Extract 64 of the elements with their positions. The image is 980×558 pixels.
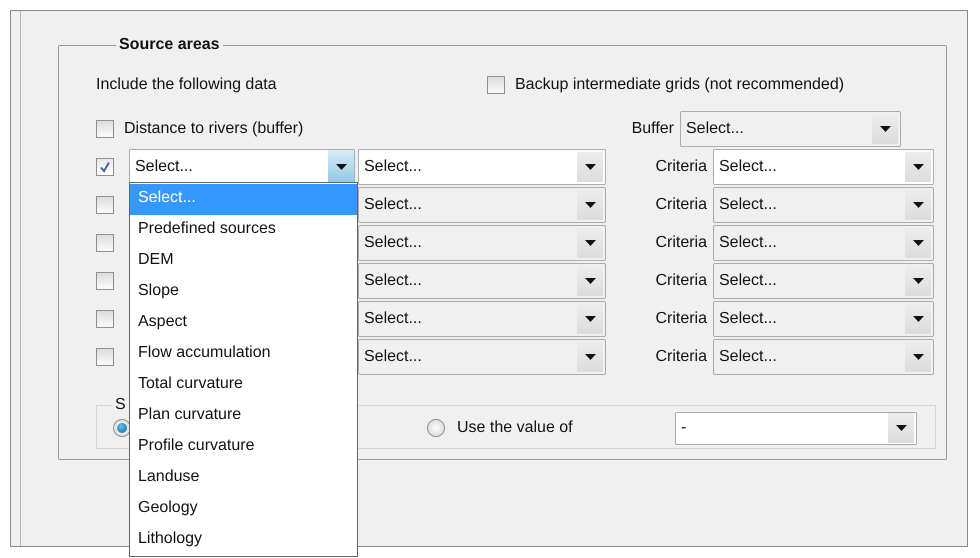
caret-icon: [896, 425, 906, 431]
dropdown[interactable]: Select...: [358, 187, 606, 223]
field-label: Criteria: [654, 348, 708, 366]
caret-icon: [584, 164, 596, 170]
dropdown[interactable]: Select...: [713, 301, 934, 337]
field-label: Criteria: [654, 196, 708, 214]
checkbox[interactable]: [96, 272, 114, 290]
caret-icon: [912, 164, 924, 170]
dropdown[interactable]: Select...: [713, 149, 934, 185]
section-label: Include the following data: [96, 76, 278, 94]
list-item[interactable]: Total curvature: [130, 370, 357, 401]
dropdown[interactable]: Select...: [713, 263, 934, 299]
caret-icon: [912, 278, 924, 284]
field-label: Criteria: [654, 272, 708, 290]
checkbox[interactable]: [96, 196, 114, 214]
dropdown[interactable]: Select...: [358, 263, 606, 299]
dropdown[interactable]: Select...: [713, 187, 934, 223]
caret-icon: [912, 316, 924, 322]
list-item[interactable]: Predefined sources: [130, 215, 357, 246]
caret-icon: [880, 126, 890, 132]
radio-label: Use the value of: [457, 419, 574, 437]
caret-icon: [584, 278, 596, 284]
caret-icon: [584, 202, 596, 208]
group-title: S: [114, 396, 127, 414]
dropdown[interactable]: -: [675, 412, 917, 444]
caret-icon: [336, 164, 346, 170]
list-item[interactable]: Flow accumulation: [130, 339, 357, 370]
checkbox[interactable]: [96, 120, 114, 138]
list-item[interactable]: DEM: [130, 246, 357, 277]
checkbox[interactable]: [487, 76, 505, 94]
dropdown[interactable]: Select...: [713, 225, 934, 261]
dropdown[interactable]: Select...: [358, 301, 606, 337]
checkbox[interactable]: [96, 310, 114, 328]
dropdown[interactable]: Select...: [358, 149, 606, 185]
checkbox-label: Distance to rivers (buffer): [124, 120, 304, 138]
radio-button[interactable]: [427, 419, 445, 437]
caret-icon: [584, 354, 596, 360]
caret-icon: [912, 354, 924, 360]
field-label: Criteria: [654, 310, 708, 328]
field-label: Buffer: [630, 120, 675, 138]
list-item[interactable]: Geology: [130, 494, 357, 525]
group-title: Source areas: [118, 36, 221, 54]
checkmark-icon: [99, 161, 111, 173]
caret-icon: [912, 202, 924, 208]
list-item[interactable]: Profile curvature: [130, 432, 357, 463]
dropdown[interactable]: Select...: [713, 339, 934, 375]
dropdown[interactable]: Select...: [129, 149, 355, 185]
field-label: Criteria: [654, 158, 708, 176]
checkbox[interactable]: [96, 158, 114, 176]
list-item[interactable]: Landuse: [130, 463, 357, 494]
list-item[interactable]: Aspect: [130, 308, 357, 339]
checkbox[interactable]: [96, 234, 114, 252]
checkbox[interactable]: [96, 348, 114, 366]
list-item[interactable]: Plan curvature: [130, 401, 357, 432]
list-item[interactable]: Lithology: [130, 525, 357, 556]
dropdown[interactable]: Select...: [358, 225, 606, 261]
caret-icon: [584, 316, 596, 322]
dropdown[interactable]: Select...: [680, 111, 901, 147]
dropdown[interactable]: Select...: [358, 339, 606, 375]
caret-icon: [584, 240, 596, 246]
list-item[interactable]: Slope: [130, 277, 357, 308]
checkbox-label: Backup intermediate grids (not recommended): [515, 76, 844, 94]
field-label: Criteria: [654, 234, 708, 252]
caret-icon: [912, 240, 924, 246]
